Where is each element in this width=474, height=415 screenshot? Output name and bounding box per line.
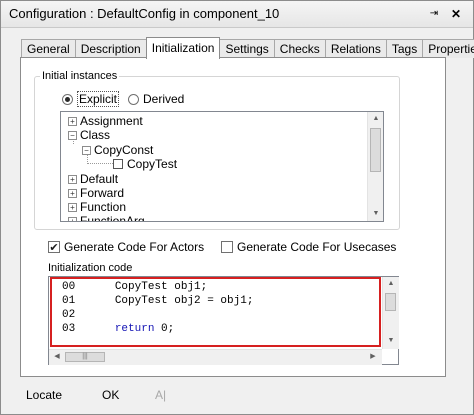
tree-connector <box>87 163 113 164</box>
tree-item-forward[interactable]: + Forward <box>68 186 124 200</box>
line-number: 00 <box>62 281 76 293</box>
radio-derived-label: Derived <box>143 92 185 106</box>
expand-icon[interactable]: + <box>68 116 77 126</box>
pin-icon[interactable]: ⇥ <box>427 8 441 20</box>
radio-explicit-label: Explicit <box>77 91 120 107</box>
generate-usecases-checkbox[interactable]: Generate Code For Usecases <box>221 240 396 254</box>
tab-checks[interactable]: Checks <box>273 39 326 58</box>
title-bar[interactable]: Configuration : DefaultConfig in compone… <box>1 1 473 28</box>
radio-explicit[interactable]: Explicit <box>62 91 120 107</box>
tab-tags[interactable]: Tags <box>385 39 424 58</box>
tab-settings[interactable]: Settings <box>219 39 275 58</box>
scroll-up-icon[interactable]: ▲ <box>383 277 399 291</box>
tree-item-default[interactable]: + Default <box>68 172 118 186</box>
tree-item-function[interactable]: + Function <box>68 200 126 214</box>
code-line: 02 <box>62 309 115 322</box>
tree-item-label: Function <box>80 200 127 214</box>
collapse-icon[interactable]: − <box>68 130 77 140</box>
tab-relations[interactable]: Relations <box>324 39 387 58</box>
tree-item-functionarg[interactable]: + FunctionArg <box>68 214 145 222</box>
generate-usecases-label: Generate Code For Usecases <box>237 240 397 254</box>
line-number: 01 <box>62 295 76 307</box>
tree-item-label: FunctionArg <box>80 214 145 222</box>
instance-checkbox[interactable] <box>113 159 123 169</box>
initialization-code-label: Initialization code <box>48 262 133 274</box>
checkmark-icon[interactable]: ✔ <box>48 241 60 254</box>
window-title: Configuration : DefaultConfig in compone… <box>9 6 280 21</box>
code-horizontal-scrollbar[interactable]: ◀ ||| ▶ <box>49 349 382 365</box>
code-text: CopyTest obj1; <box>114 281 208 293</box>
initial-instances-label: Initial instances <box>40 70 120 82</box>
scroll-thumb[interactable]: ||| <box>65 352 105 362</box>
tree-item-label: Forward <box>80 186 125 200</box>
scroll-up-icon[interactable]: ▲ <box>368 112 383 126</box>
tree-item-copytest[interactable]: CopyTest <box>113 157 177 171</box>
scroll-thumb[interactable] <box>370 128 381 172</box>
line-number: 03 <box>62 323 76 335</box>
code-text: CopyTest obj2 = obj1; <box>114 295 254 307</box>
tree-item-assignment[interactable]: + Assignment <box>68 114 143 128</box>
instances-tree[interactable]: + Assignment − Class − CopyConst CopyTes… <box>60 111 384 222</box>
tree-item-label: Assignment <box>80 114 143 128</box>
apply-button[interactable]: A| <box>155 388 166 402</box>
code-keyword: return <box>114 323 155 335</box>
expand-icon[interactable]: + <box>68 202 77 212</box>
tab-strip: General Description Initialization Setti… <box>21 37 474 59</box>
expand-icon[interactable]: + <box>68 188 77 198</box>
collapse-icon[interactable]: − <box>82 145 91 155</box>
scroll-left-icon[interactable]: ◀ <box>51 350 63 364</box>
code-vertical-scrollbar[interactable]: ▲ ▼ <box>382 277 399 349</box>
tree-item-label: Class <box>80 128 111 142</box>
radio-explicit-indicator[interactable] <box>62 93 73 105</box>
tree-item-class[interactable]: − Class <box>68 128 110 142</box>
radio-derived[interactable]: Derived <box>128 92 184 106</box>
initialization-code-editor[interactable]: 00 CopyTest obj1; 01 CopyTest obj2 = obj… <box>50 277 381 347</box>
radio-derived-indicator[interactable] <box>128 93 139 105</box>
usecases-checkbox-box[interactable] <box>221 241 233 253</box>
tree-item-label: Default <box>80 172 119 186</box>
scroll-down-icon[interactable]: ▼ <box>383 334 399 348</box>
code-text: 0; <box>154 323 175 335</box>
tree-item-label: CopyConst <box>94 143 154 157</box>
tab-initialization[interactable]: Initialization <box>145 37 221 59</box>
scroll-down-icon[interactable]: ▼ <box>368 207 383 221</box>
tab-properties[interactable]: Properties <box>422 39 474 58</box>
code-line: 01 CopyTest obj2 = obj1; <box>62 295 253 308</box>
button-bar <box>9 383 464 407</box>
scroll-right-icon[interactable]: ▶ <box>367 350 379 364</box>
tree-item-copyconst[interactable]: − CopyConst <box>82 143 153 157</box>
generate-actors-label: Generate Code For Actors <box>64 240 205 254</box>
code-line: 03 return 0; <box>62 323 174 336</box>
expand-icon[interactable]: + <box>68 216 77 221</box>
tab-description[interactable]: Description <box>74 39 147 58</box>
generate-actors-checkbox[interactable]: ✔ Generate Code For Actors <box>48 240 204 254</box>
tab-general[interactable]: General <box>21 39 76 58</box>
scroll-thumb[interactable] <box>385 293 396 311</box>
tree-item-label: CopyTest <box>127 157 178 171</box>
close-icon[interactable]: ✕ <box>449 7 463 21</box>
code-line: 00 CopyTest obj1; <box>62 281 207 294</box>
expand-icon[interactable]: + <box>68 174 77 184</box>
tree-vertical-scrollbar[interactable]: ▲ ▼ <box>367 112 383 221</box>
line-number: 02 <box>62 309 76 321</box>
ok-button[interactable]: OK <box>102 388 119 402</box>
locate-button[interactable]: Locate <box>26 388 62 402</box>
